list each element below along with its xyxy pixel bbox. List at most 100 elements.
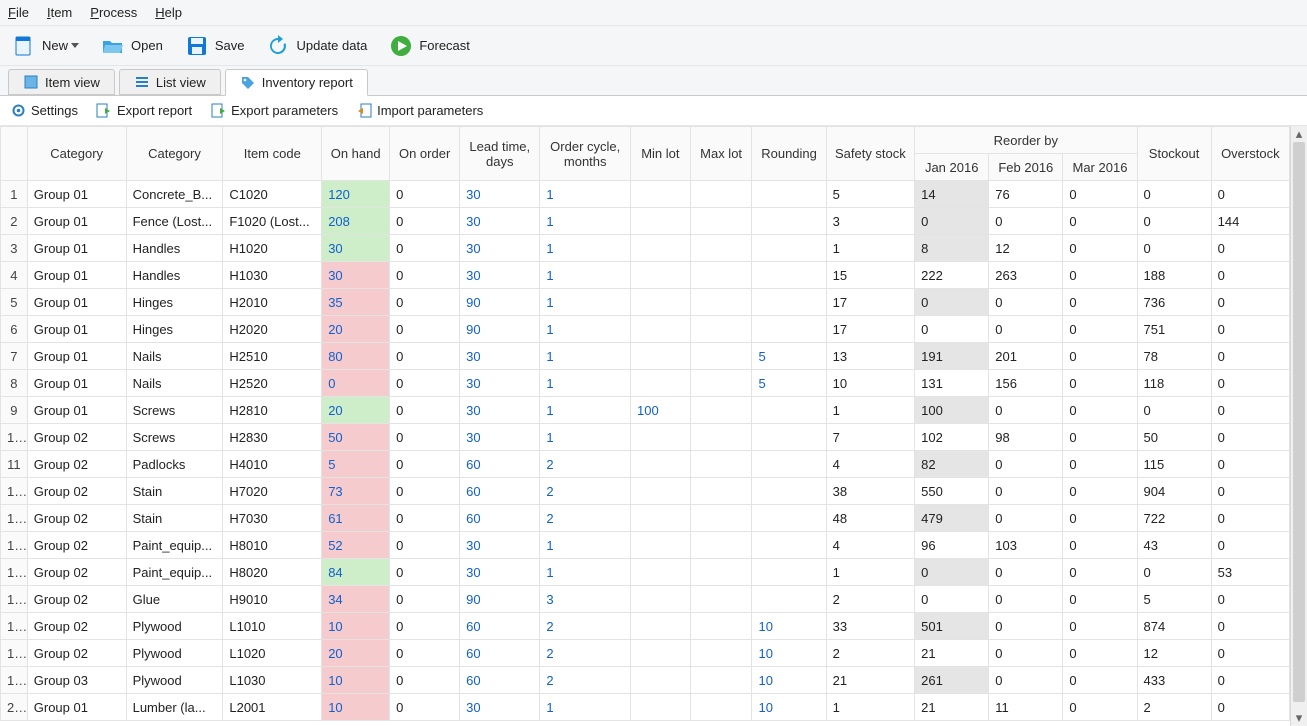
- cell-overstock[interactable]: 0: [1211, 424, 1289, 451]
- cell-min-lot[interactable]: [631, 424, 691, 451]
- cell-category1[interactable]: Group 01: [27, 370, 126, 397]
- cell-rounding[interactable]: [752, 424, 826, 451]
- cell-safety-stock[interactable]: 3: [826, 208, 915, 235]
- cell-reorder-feb[interactable]: 0: [989, 505, 1063, 532]
- cell-on-order[interactable]: 0: [390, 181, 460, 208]
- forecast-button[interactable]: Forecast: [385, 31, 474, 61]
- cell-safety-stock[interactable]: 13: [826, 343, 915, 370]
- cell-on-hand[interactable]: 30: [322, 262, 390, 289]
- cell-max-lot[interactable]: [690, 397, 752, 424]
- cell-on-order[interactable]: 0: [390, 478, 460, 505]
- cell-reorder-jan[interactable]: 0: [915, 289, 989, 316]
- cell-category1[interactable]: Group 02: [27, 613, 126, 640]
- cell-rounding[interactable]: [752, 451, 826, 478]
- cell-reorder-jan[interactable]: 261: [915, 667, 989, 694]
- vertical-scrollbar[interactable]: ▴ ▾: [1290, 126, 1307, 726]
- cell-safety-stock[interactable]: 21: [826, 667, 915, 694]
- cell-overstock[interactable]: 144: [1211, 208, 1289, 235]
- cell-item-code[interactable]: C1020: [223, 181, 322, 208]
- table-row[interactable]: 4Group 01HandlesH10303003011522226301880: [1, 262, 1290, 289]
- cell-min-lot[interactable]: [631, 316, 691, 343]
- cell-order-cycle[interactable]: 1: [540, 559, 631, 586]
- hdr-rownum[interactable]: [1, 127, 28, 181]
- cell-on-hand[interactable]: 0: [322, 370, 390, 397]
- cell-max-lot[interactable]: [690, 370, 752, 397]
- cell-overstock[interactable]: 0: [1211, 505, 1289, 532]
- cell-rounding[interactable]: [752, 181, 826, 208]
- cell-reorder-mar[interactable]: 0: [1063, 586, 1137, 613]
- cell-on-order[interactable]: 0: [390, 694, 460, 721]
- cell-lead-time[interactable]: 30: [460, 370, 540, 397]
- table-row[interactable]: 15Group 02Paint_equip...H802084030110000…: [1, 559, 1290, 586]
- hdr-reorder-by[interactable]: Reorder by: [915, 127, 1137, 154]
- cell-on-order[interactable]: 0: [390, 532, 460, 559]
- cell-reorder-mar[interactable]: 0: [1063, 316, 1137, 343]
- table-row[interactable]: 10Group 02ScrewsH28305003017102980500: [1, 424, 1290, 451]
- cell-reorder-feb[interactable]: 0: [989, 586, 1063, 613]
- cell-lead-time[interactable]: 90: [460, 289, 540, 316]
- cell-stockout[interactable]: 0: [1137, 235, 1211, 262]
- cell-min-lot[interactable]: [631, 478, 691, 505]
- cell-reorder-jan[interactable]: 550: [915, 478, 989, 505]
- cell-on-order[interactable]: 0: [390, 640, 460, 667]
- cell-max-lot[interactable]: [690, 586, 752, 613]
- cell-overstock[interactable]: 0: [1211, 343, 1289, 370]
- cell-safety-stock[interactable]: 2: [826, 586, 915, 613]
- cell-reorder-mar[interactable]: 0: [1063, 181, 1137, 208]
- scroll-up-arrow-icon[interactable]: ▴: [1291, 126, 1307, 142]
- cell-category1[interactable]: Group 01: [27, 289, 126, 316]
- cell-safety-stock[interactable]: 48: [826, 505, 915, 532]
- tab-item-view[interactable]: Item view: [8, 69, 115, 95]
- tab-inventory-report[interactable]: Inventory report: [225, 69, 368, 96]
- cell-item-code[interactable]: L2001: [223, 694, 322, 721]
- table-row[interactable]: 19Group 03PlywoodL1030100602102126100433…: [1, 667, 1290, 694]
- cell-safety-stock[interactable]: 7: [826, 424, 915, 451]
- cell-on-order[interactable]: 0: [390, 505, 460, 532]
- table-row[interactable]: 13Group 02StainH703061060248479007220: [1, 505, 1290, 532]
- cell-min-lot[interactable]: [631, 694, 691, 721]
- cell-lead-time[interactable]: 30: [460, 235, 540, 262]
- cell-overstock[interactable]: 0: [1211, 640, 1289, 667]
- cell-min-lot[interactable]: [631, 640, 691, 667]
- cell-reorder-mar[interactable]: 0: [1063, 694, 1137, 721]
- cell-lead-time[interactable]: 60: [460, 451, 540, 478]
- cell-safety-stock[interactable]: 15: [826, 262, 915, 289]
- cell-reorder-feb[interactable]: 156: [989, 370, 1063, 397]
- cell-order-cycle[interactable]: 1: [540, 397, 631, 424]
- table-row[interactable]: 5Group 01HingesH2010350901170007360: [1, 289, 1290, 316]
- cell-stockout[interactable]: 0: [1137, 397, 1211, 424]
- cell-rounding[interactable]: [752, 289, 826, 316]
- cell-lead-time[interactable]: 60: [460, 613, 540, 640]
- cell-reorder-jan[interactable]: 501: [915, 613, 989, 640]
- cell-overstock[interactable]: 0: [1211, 370, 1289, 397]
- cell-on-hand[interactable]: 208: [322, 208, 390, 235]
- cell-safety-stock[interactable]: 5: [826, 181, 915, 208]
- cell-lead-time[interactable]: 30: [460, 208, 540, 235]
- cell-max-lot[interactable]: [690, 478, 752, 505]
- cell-rounding[interactable]: 5: [752, 370, 826, 397]
- cell-category2[interactable]: Padlocks: [126, 451, 223, 478]
- cell-category2[interactable]: Nails: [126, 370, 223, 397]
- cell-max-lot[interactable]: [690, 316, 752, 343]
- cell-item-code[interactable]: H2830: [223, 424, 322, 451]
- cell-overstock[interactable]: 0: [1211, 235, 1289, 262]
- cell-stockout[interactable]: 736: [1137, 289, 1211, 316]
- cell-stockout[interactable]: 43: [1137, 532, 1211, 559]
- cell-stockout[interactable]: 78: [1137, 343, 1211, 370]
- hdr-min-lot[interactable]: Min lot: [631, 127, 691, 181]
- cell-reorder-jan[interactable]: 100: [915, 397, 989, 424]
- cell-on-hand[interactable]: 10: [322, 667, 390, 694]
- cell-order-cycle[interactable]: 1: [540, 289, 631, 316]
- cell-on-order[interactable]: 0: [390, 370, 460, 397]
- cell-on-order[interactable]: 0: [390, 262, 460, 289]
- table-row[interactable]: 1Group 01Concrete_B...C10201200301514760…: [1, 181, 1290, 208]
- cell-on-hand[interactable]: 10: [322, 694, 390, 721]
- table-row[interactable]: 20Group 01Lumber (la...L2001100301101211…: [1, 694, 1290, 721]
- cell-stockout[interactable]: 115: [1137, 451, 1211, 478]
- cell-stockout[interactable]: 874: [1137, 613, 1211, 640]
- cell-on-hand[interactable]: 80: [322, 343, 390, 370]
- cell-reorder-feb[interactable]: 263: [989, 262, 1063, 289]
- cell-on-order[interactable]: 0: [390, 586, 460, 613]
- cell-reorder-jan[interactable]: 14: [915, 181, 989, 208]
- table-row[interactable]: 9Group 01ScrewsH281020030110011000000: [1, 397, 1290, 424]
